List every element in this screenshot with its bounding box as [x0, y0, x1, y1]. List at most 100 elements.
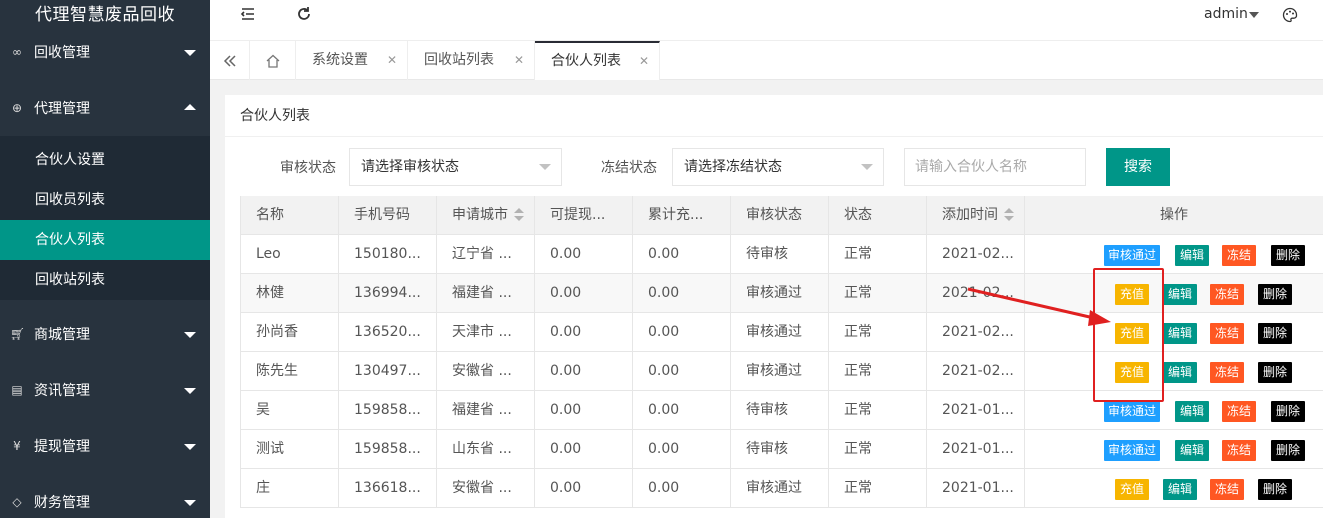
header-actions: 操作: [1024, 196, 1323, 235]
cell-withdrawable: 0.00: [534, 391, 632, 430]
freeze-button[interactable]: 冻结: [1222, 440, 1256, 461]
cell-phone: 136618...: [338, 469, 436, 508]
freeze-button[interactable]: 冻结: [1210, 284, 1244, 305]
table-row: 测试 159858... 山东省 ... 0.00 0.00 待审核 正常 2021-01..…: [240, 430, 1323, 469]
diamond-icon: ◇: [12, 495, 22, 509]
review-status-value: 请选择审核状态: [361, 159, 459, 175]
sidebar-group-label: 回收管理: [34, 45, 90, 61]
cell-city: 山东省 ...: [436, 430, 534, 469]
recharge-button[interactable]: 充值: [1115, 479, 1149, 500]
sidebar-item-recycler-list[interactable]: 回收员列表: [0, 180, 210, 220]
cell-city: 安徽省 ...: [436, 469, 534, 508]
edit-button[interactable]: 编辑: [1163, 479, 1197, 500]
cell-name: 庄: [240, 469, 338, 508]
close-icon[interactable]: ✕: [387, 41, 397, 80]
delete-button[interactable]: 删除: [1258, 323, 1292, 344]
delete-button[interactable]: 删除: [1271, 401, 1305, 422]
freeze-button[interactable]: 冻结: [1210, 323, 1244, 344]
sidebar-group-withdraw[interactable]: ¥ 提现管理: [0, 418, 210, 474]
cell-status: 正常: [828, 313, 926, 352]
sort-icon[interactable]: [1004, 208, 1014, 222]
edit-button[interactable]: 编辑: [1163, 323, 1197, 344]
sort-icon[interactable]: [514, 208, 524, 222]
cell-review-status: 审核通过: [730, 274, 828, 313]
home-icon[interactable]: [250, 41, 296, 80]
freeze-button[interactable]: 冻结: [1210, 362, 1244, 383]
sidebar-item-partner-list[interactable]: 合伙人列表: [0, 220, 210, 260]
cell-added-time: 2021-02...: [926, 274, 1024, 313]
cell-review-status: 审核通过: [730, 469, 828, 508]
cell-city: 福建省 ...: [436, 391, 534, 430]
cell-status: 正常: [828, 391, 926, 430]
chevron-down-icon: [184, 50, 196, 56]
header-name: 名称: [240, 196, 338, 235]
cell-actions: 充值 编辑 冻结 删除: [1024, 469, 1323, 508]
freeze-button[interactable]: 冻结: [1210, 479, 1244, 500]
partner-name-input[interactable]: [904, 148, 1086, 186]
cell-phone: 159858...: [338, 430, 436, 469]
header-phone: 手机号码: [338, 196, 436, 235]
yen-icon: ¥: [13, 439, 21, 453]
edit-button[interactable]: 编辑: [1163, 362, 1197, 383]
cell-withdrawable: 0.00: [534, 274, 632, 313]
freeze-button[interactable]: 冻结: [1222, 245, 1256, 266]
cell-phone: 159858...: [338, 391, 436, 430]
search-button[interactable]: 搜索: [1106, 148, 1170, 186]
cell-review-status: 审核通过: [730, 352, 828, 391]
tab-system-settings[interactable]: 系统设置 ✕: [296, 41, 408, 80]
infinity-icon: ∞: [12, 45, 22, 59]
approve-button[interactable]: 审核通过: [1104, 245, 1160, 266]
freeze-status-select[interactable]: 请选择冻结状态: [672, 148, 884, 186]
header-status: 状态: [828, 196, 926, 235]
sidebar-group-agent[interactable]: ⊕ 代理管理: [0, 80, 210, 136]
header-review-status: 审核状态: [730, 196, 828, 235]
tab-station-list[interactable]: 回收站列表 ✕: [408, 41, 535, 80]
delete-button[interactable]: 删除: [1258, 284, 1292, 305]
cell-recharged: 0.00: [632, 235, 730, 274]
edit-button[interactable]: 编辑: [1175, 440, 1209, 461]
sidebar-group-finance[interactable]: ◇ 财务管理: [0, 474, 210, 518]
tab-partner-list[interactable]: 合伙人列表 ✕: [535, 41, 660, 80]
sidebar-item-partner-settings[interactable]: 合伙人设置: [0, 140, 210, 180]
cell-status: 正常: [828, 235, 926, 274]
review-status-select[interactable]: 请选择审核状态: [349, 148, 562, 186]
chevron-down-icon: [184, 332, 196, 338]
header-city[interactable]: 申请城市: [436, 196, 534, 235]
cell-added-time: 2021-02...: [926, 352, 1024, 391]
approve-button[interactable]: 审核通过: [1104, 401, 1160, 422]
cell-name: Leo: [240, 235, 338, 274]
tabs-bar: 系统设置 ✕ 回收站列表 ✕ 合伙人列表 ✕: [210, 40, 1323, 80]
cell-actions: 审核通过 编辑 冻结 删除: [1024, 430, 1323, 469]
theme-palette-icon[interactable]: [1282, 7, 1298, 27]
sidebar-group-mall[interactable]: 🛒︎ 商城管理: [0, 306, 210, 362]
cell-phone: 136994...: [338, 274, 436, 313]
table-row: 庄 136618... 安徽省 ... 0.00 0.00 审核通过 正常 2021-01..…: [240, 469, 1323, 508]
collapse-menu-icon[interactable]: [240, 6, 256, 26]
edit-button[interactable]: 编辑: [1175, 245, 1209, 266]
sidebar-group-recycle[interactable]: ∞ 回收管理: [0, 24, 210, 80]
user-menu[interactable]: admin: [1204, 6, 1248, 22]
sidebar-item-station-list[interactable]: 回收站列表: [0, 260, 210, 300]
freeze-status-value: 请选择冻结状态: [684, 159, 782, 175]
chevron-down-icon: [184, 444, 196, 450]
chevron-down-icon: [1249, 12, 1259, 18]
delete-button[interactable]: 删除: [1258, 479, 1292, 500]
tabs-scroll-left-icon[interactable]: [210, 41, 250, 80]
edit-button[interactable]: 编辑: [1163, 284, 1197, 305]
approve-button[interactable]: 审核通过: [1104, 440, 1160, 461]
sidebar-group-news[interactable]: ▤ 资讯管理: [0, 362, 210, 418]
tab-label: 回收站列表: [424, 52, 494, 68]
close-icon[interactable]: ✕: [639, 43, 649, 80]
cell-name: 孙尚香: [240, 313, 338, 352]
delete-button[interactable]: 删除: [1258, 362, 1292, 383]
header-added-time[interactable]: 添加时间: [926, 196, 1024, 235]
delete-button[interactable]: 删除: [1271, 245, 1305, 266]
delete-button[interactable]: 删除: [1271, 440, 1305, 461]
cell-name: 陈先生: [240, 352, 338, 391]
edit-button[interactable]: 编辑: [1175, 401, 1209, 422]
close-icon[interactable]: ✕: [514, 41, 524, 80]
refresh-icon[interactable]: [296, 6, 312, 26]
sidebar-group-label: 商城管理: [34, 327, 90, 343]
chevron-down-icon: [184, 388, 196, 394]
freeze-button[interactable]: 冻结: [1222, 401, 1256, 422]
